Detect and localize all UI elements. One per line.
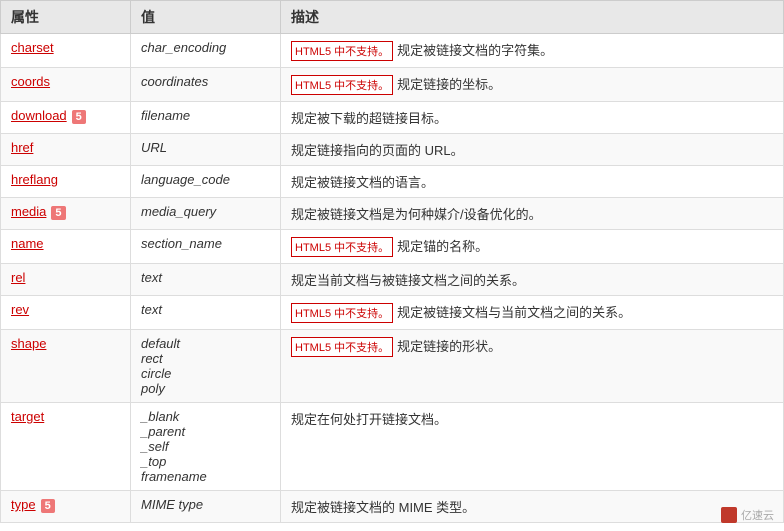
attr-link[interactable]: hreflang [11,172,58,187]
value-cell: MIME type [131,491,281,523]
value-cell: filename [131,102,281,134]
html5-not-supported-badge: HTML5 中不支持。 [291,303,393,323]
header-val: 值 [131,1,281,34]
attr-cell: rel [1,264,131,296]
attr-cell: type 5 [1,491,131,523]
value-cell: text [131,296,281,330]
desc-cell: 规定被链接文档是为何种媒介/设备优化的。 [281,198,784,230]
desc-cell: HTML5 中不支持。规定锚的名称。 [281,230,784,264]
attr-cell: name [1,230,131,264]
attr-cell: media 5 [1,198,131,230]
desc-cell: HTML5 中不支持。规定被链接文档与当前文档之间的关系。 [281,296,784,330]
html5-new-icon: 5 [51,206,65,220]
table-row: rev textHTML5 中不支持。规定被链接文档与当前文档之间的关系。 [1,296,784,330]
attr-cell: hreflang [1,166,131,198]
desc-cell: HTML5 中不支持。规定链接的形状。 [281,330,784,403]
html5-not-supported-badge: HTML5 中不支持。 [291,237,393,257]
desc-cell: 规定链接指向的页面的 URL。 [281,134,784,166]
html5-new-icon: 5 [41,499,55,513]
value-cell: URL [131,134,281,166]
table-row: shapedefault rect circle polyHTML5 中不支持。… [1,330,784,403]
attr-cell: coords [1,68,131,102]
header-desc: 描述 [281,1,784,34]
attributes-table: 属性 值 描述 charsetchar_encodingHTML5 中不支持。规… [0,0,784,523]
watermark-text: 亿速云 [741,507,774,523]
attr-cell: href [1,134,131,166]
value-cell: coordinates [131,68,281,102]
desc-cell: 规定被链接文档的 MIME 类型。 [281,491,784,523]
html5-not-supported-badge: HTML5 中不支持。 [291,41,393,61]
table-row: name section_nameHTML5 中不支持。规定锚的名称。 [1,230,784,264]
html5-new-icon: 5 [72,110,86,124]
value-cell: language_code [131,166,281,198]
desc-cell: 规定被链接文档的语言。 [281,166,784,198]
value-cell: text [131,264,281,296]
attr-link[interactable]: media [11,204,46,219]
attr-cell: rev [1,296,131,330]
table-row: hreflang language_code规定被链接文档的语言。 [1,166,784,198]
watermark-logo [721,507,737,523]
attr-cell: shape [1,330,131,403]
desc-cell: HTML5 中不支持。规定被链接文档的字符集。 [281,34,784,68]
table-row: coords coordinatesHTML5 中不支持。规定链接的坐标。 [1,68,784,102]
attr-link[interactable]: shape [11,336,46,351]
table-row: media 5 media_query规定被链接文档是为何种媒介/设备优化的。 [1,198,784,230]
value-cell: char_encoding [131,34,281,68]
table-row: download 5 filename规定被下载的超链接目标。 [1,102,784,134]
value-cell: _blank _parent _self _top framename [131,403,281,491]
value-cell: section_name [131,230,281,264]
value-cell: media_query [131,198,281,230]
table-row: charset char_encodingHTML5 中不支持。规定被链接文档的字… [1,34,784,68]
value-cell: default rect circle poly [131,330,281,403]
attr-link[interactable]: target [11,409,44,424]
table-row: rel text规定当前文档与被链接文档之间的关系。 [1,264,784,296]
table-row: href URL规定链接指向的页面的 URL。 [1,134,784,166]
html5-not-supported-badge: HTML5 中不支持。 [291,75,393,95]
attr-link[interactable]: charset [11,40,54,55]
table-row: type 5 MIME type规定被链接文档的 MIME 类型。 [1,491,784,523]
attr-cell: target [1,403,131,491]
attr-link[interactable]: type [11,497,36,512]
desc-cell: 规定被下载的超链接目标。 [281,102,784,134]
attr-link[interactable]: rev [11,302,29,317]
attr-link[interactable]: coords [11,74,50,89]
table-row: target _blank _parent _self _top framenam… [1,403,784,491]
attr-link[interactable]: href [11,140,33,155]
html5-not-supported-badge: HTML5 中不支持。 [291,337,393,357]
attr-link[interactable]: rel [11,270,25,285]
attr-link[interactable]: name [11,236,44,251]
attr-cell: charset [1,34,131,68]
desc-cell: HTML5 中不支持。规定链接的坐标。 [281,68,784,102]
attr-link[interactable]: download [11,108,67,123]
desc-cell: 规定在何处打开链接文档。 [281,403,784,491]
watermark: 亿速云 [721,507,774,523]
header-attr: 属性 [1,1,131,34]
desc-cell: 规定当前文档与被链接文档之间的关系。 [281,264,784,296]
attr-cell: download 5 [1,102,131,134]
